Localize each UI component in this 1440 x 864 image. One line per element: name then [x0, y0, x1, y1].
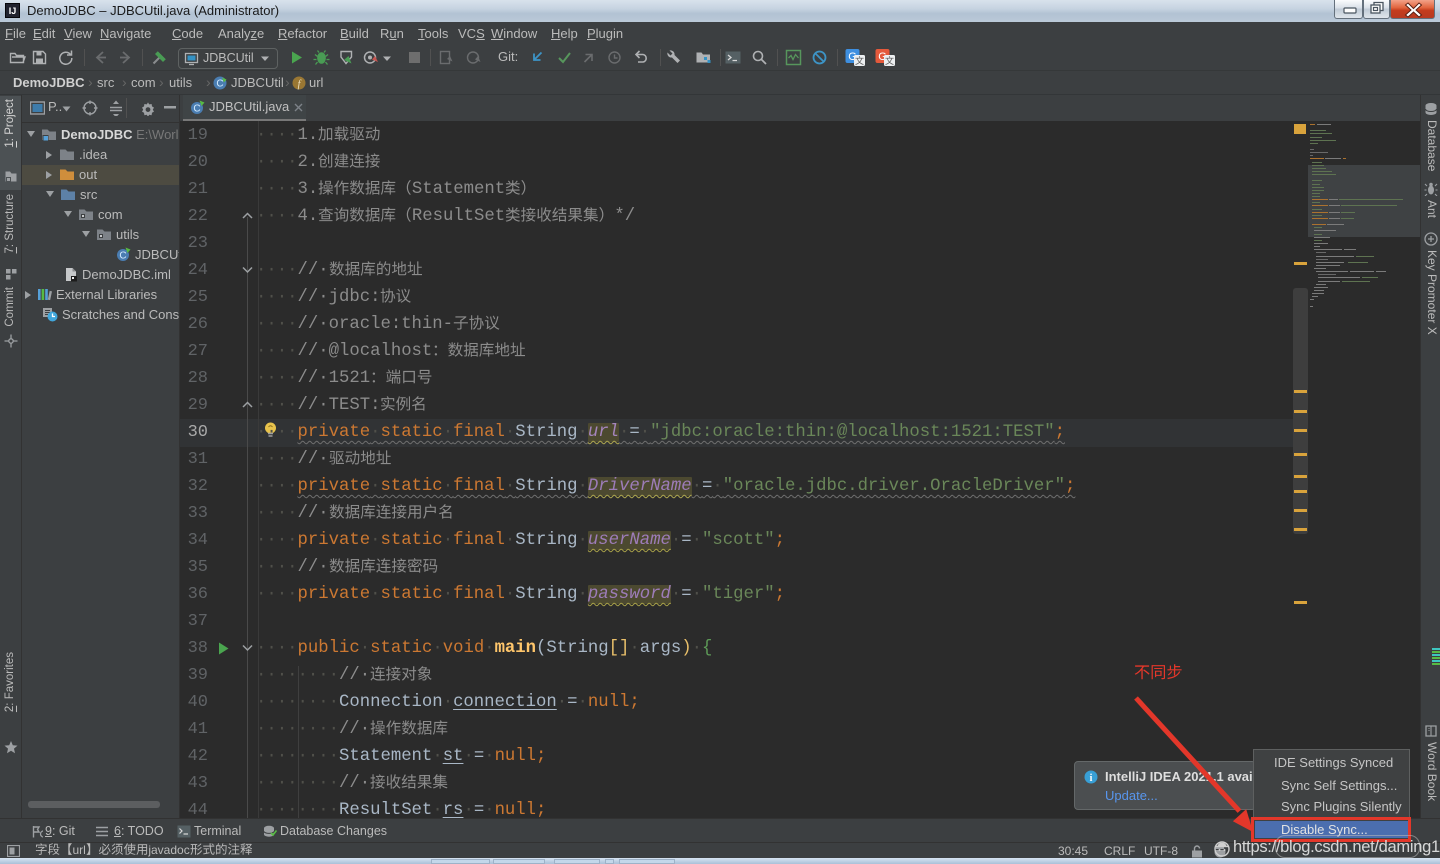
svg-text:文: 文: [855, 55, 864, 66]
svg-text:文: 文: [885, 55, 894, 66]
svg-text:C: C: [193, 104, 200, 115]
svg-text:i: i: [1090, 773, 1093, 784]
svg-text:C: C: [216, 79, 223, 90]
svg-text:C: C: [119, 251, 126, 262]
